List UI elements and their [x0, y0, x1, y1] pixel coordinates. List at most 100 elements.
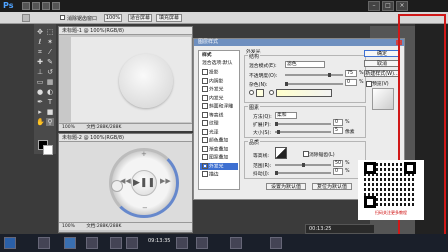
- effect-checkbox[interactable]: [202, 128, 208, 135]
- video-player-bar[interactable]: 00:13:25: [305, 224, 375, 234]
- move-tool-icon[interactable]: ✥: [36, 28, 44, 36]
- effect-item[interactable]: 投影: [200, 69, 238, 76]
- spread-slider-knob[interactable]: [275, 122, 278, 126]
- effect-item[interactable]: 纹理: [200, 120, 238, 127]
- glow-gradient-picker[interactable]: [276, 89, 332, 97]
- size-slider-knob[interactable]: [277, 130, 280, 134]
- range-slider[interactable]: [275, 163, 331, 167]
- effect-checkbox[interactable]: [202, 137, 208, 143]
- zoom-level-icon[interactable]: [42, 2, 50, 10]
- lasso-tool-icon[interactable]: ℓ: [36, 38, 44, 46]
- opacity-slider-knob[interactable]: [328, 73, 331, 77]
- range-slider-knob[interactable]: [302, 163, 305, 167]
- arrange-documents-icon[interactable]: [52, 2, 60, 10]
- effect-checkbox[interactable]: [202, 77, 208, 84]
- history-brush-icon[interactable]: ↺: [46, 68, 54, 76]
- taskbar-ps-icon[interactable]: [64, 237, 76, 249]
- taskbar-tray-icon-3[interactable]: [230, 237, 242, 249]
- document-tab-2[interactable]: 未标题-2 @ 100%(RGB/8): [59, 134, 192, 142]
- fit-screen-button[interactable]: 适合屏幕: [128, 14, 152, 22]
- background-color-swatch[interactable]: [43, 145, 53, 155]
- effect-item[interactable]: 渐变叠加: [200, 145, 238, 153]
- opacity-field[interactable]: 75: [345, 70, 357, 77]
- jitter-field[interactable]: 0: [333, 168, 343, 175]
- taskbar-browser-icon[interactable]: [110, 237, 122, 249]
- bridge-icon[interactable]: [22, 2, 30, 10]
- styles-header[interactable]: 样式: [200, 52, 238, 59]
- zoom-tool-icon[interactable]: [22, 14, 30, 22]
- glow-color-swatch[interactable]: [256, 89, 264, 97]
- canvas-2[interactable]: ▶❚❚ + − ◀◀ ▶▶: [59, 142, 192, 222]
- path-select-icon[interactable]: ▸: [36, 108, 44, 116]
- effect-checkbox[interactable]: [202, 154, 208, 160]
- effect-item[interactable]: 外发光: [200, 162, 238, 170]
- effect-checkbox[interactable]: [202, 162, 208, 169]
- effect-checkbox[interactable]: [202, 111, 208, 118]
- spread-field[interactable]: 0: [333, 119, 343, 126]
- fill-screen-button[interactable]: 填充屏幕: [156, 14, 182, 22]
- dodge-tool-icon[interactable]: ◐: [46, 88, 54, 96]
- effect-item[interactable]: 外发光: [200, 86, 238, 93]
- new-style-button[interactable]: 新建样式(W)...: [364, 70, 400, 77]
- effect-item[interactable]: 内发光: [200, 94, 238, 102]
- stamp-tool-icon[interactable]: ⊥: [36, 68, 44, 76]
- gradient-tool-icon[interactable]: ▦: [46, 78, 54, 86]
- document-tab-1[interactable]: 未标题-1 @ 100%(RGB/8): [59, 27, 192, 35]
- taskbar-tray-icon-4[interactable]: [270, 237, 282, 249]
- effect-checkbox[interactable]: [202, 145, 208, 152]
- type-tool-icon[interactable]: T: [46, 98, 54, 106]
- start-button-icon[interactable]: [4, 237, 16, 249]
- gradient-radio[interactable]: [269, 90, 274, 95]
- effect-checkbox[interactable]: [202, 86, 208, 92]
- crop-tool-icon[interactable]: ⌗: [36, 48, 44, 56]
- blend-options-item[interactable]: 混合选项:默认: [200, 60, 238, 67]
- size-slider[interactable]: [275, 130, 331, 134]
- taskbar-tray-icon-1[interactable]: [176, 237, 188, 249]
- ok-button[interactable]: 确定: [364, 50, 400, 57]
- effect-item[interactable]: 斜面和浮雕: [200, 103, 238, 110]
- noise-slider-knob[interactable]: [285, 82, 288, 86]
- marquee-tool-icon[interactable]: ⬚: [46, 28, 54, 36]
- minibridge-icon[interactable]: [32, 2, 40, 10]
- effect-item[interactable]: 描边: [200, 171, 238, 178]
- canvas-1[interactable]: [71, 37, 191, 122]
- effect-item[interactable]: 颜色叠加: [200, 137, 238, 144]
- taskbar-app-icon[interactable]: [38, 237, 50, 249]
- blend-mode-select[interactable]: 滤色: [285, 61, 325, 68]
- pen-tool-icon[interactable]: ✒: [36, 98, 44, 106]
- close-icon[interactable]: ×: [396, 1, 408, 11]
- zoom-tool-icon[interactable]: ⚲: [46, 118, 54, 126]
- jitter-slider[interactable]: [275, 171, 331, 175]
- noise-field[interactable]: 0: [345, 79, 357, 86]
- healing-brush-icon[interactable]: ✚: [36, 58, 44, 66]
- color-radio[interactable]: [249, 90, 254, 95]
- taskbar-tray-icon-2[interactable]: [196, 237, 208, 249]
- effect-item[interactable]: 等高线: [200, 111, 238, 119]
- shape-tool-icon[interactable]: ■: [46, 108, 54, 116]
- reset-default-button[interactable]: 复位为默认值: [312, 183, 352, 190]
- hand-tool-icon[interactable]: ✋: [36, 118, 45, 126]
- method-select[interactable]: 柔和: [275, 112, 297, 119]
- size-field[interactable]: 5: [333, 127, 343, 134]
- effect-checkbox[interactable]: [202, 94, 208, 101]
- effect-item[interactable]: 光泽: [200, 128, 238, 136]
- magic-wand-icon[interactable]: ✶: [46, 38, 54, 46]
- taskbar-folder-icon[interactable]: [86, 237, 98, 249]
- taskbar-media-icon[interactable]: [126, 237, 138, 249]
- contour-picker[interactable]: [275, 147, 287, 159]
- minimize-icon[interactable]: –: [368, 1, 380, 11]
- effect-checkbox[interactable]: [202, 103, 208, 109]
- eyedropper-icon[interactable]: ⁄: [46, 48, 54, 56]
- cancel-button[interactable]: 取消: [364, 60, 400, 67]
- effect-checkbox[interactable]: [202, 171, 208, 177]
- zoom-value-field[interactable]: 100%: [104, 14, 122, 22]
- opacity-slider[interactable]: [285, 73, 343, 77]
- range-field[interactable]: 50: [333, 160, 343, 167]
- antialias-checkbox[interactable]: [60, 15, 65, 20]
- make-default-button[interactable]: 设置为默认值: [266, 183, 306, 190]
- eraser-tool-icon[interactable]: ▭: [36, 78, 44, 86]
- effect-checkbox[interactable]: [202, 69, 208, 75]
- effect-item[interactable]: 内阴影: [200, 77, 238, 85]
- blur-tool-icon[interactable]: ●: [36, 88, 44, 96]
- brush-tool-icon[interactable]: ✎: [46, 58, 54, 66]
